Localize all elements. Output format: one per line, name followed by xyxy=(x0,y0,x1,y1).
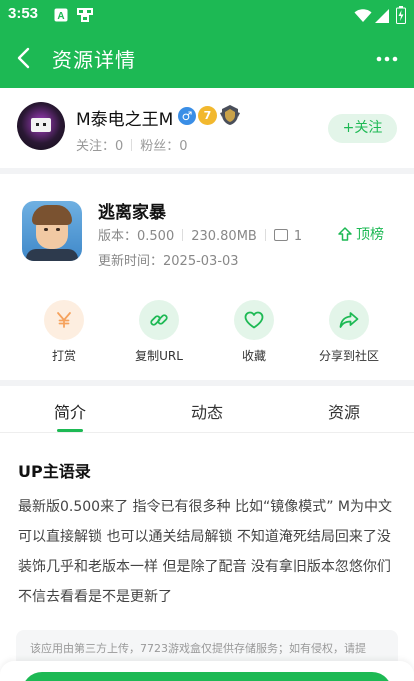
app-name: 逃离家暴 xyxy=(98,203,166,223)
copy-url-label: 复制URL xyxy=(135,349,183,363)
section-title: UP主语录 xyxy=(18,462,91,481)
uploader-avatar[interactable] xyxy=(17,102,65,150)
uploader-stats: 关注：0 粉丝：0 xyxy=(76,135,188,154)
rank-badge-icon xyxy=(219,104,241,126)
back-button[interactable] xyxy=(10,43,40,73)
share-icon xyxy=(329,300,369,340)
top-rank-button[interactable]: 顶榜 xyxy=(338,224,384,244)
favorite-button[interactable]: 收藏 xyxy=(204,296,304,364)
male-icon: ♂ xyxy=(178,107,196,125)
app-bar: 资源详情 xyxy=(0,30,414,88)
fans-count: 粉丝：0 xyxy=(140,139,188,154)
heart-icon xyxy=(234,300,274,340)
uploader-card: M泰电之王M ♂ 7 关注：0 粉丝：0 +关注 xyxy=(0,88,414,168)
status-time: 3:53 xyxy=(8,5,39,22)
back-arrow-icon xyxy=(17,47,30,69)
link-icon xyxy=(139,300,179,340)
image-icon xyxy=(273,229,288,241)
share-community-label: 分享到社区 xyxy=(318,349,379,363)
app-icon xyxy=(22,201,82,261)
yen-icon xyxy=(44,300,84,340)
top-rank-label: 顶榜 xyxy=(356,227,384,243)
level-medal-icon: 7 xyxy=(198,106,217,125)
follow-button[interactable]: +关注 xyxy=(328,114,397,143)
status-bar: 3:53 A xyxy=(0,0,414,30)
bottom-bar xyxy=(0,661,414,681)
app-meta: 版本：0.500 230.80MB 1 xyxy=(98,225,302,244)
arrow-up-icon xyxy=(338,227,352,241)
tab-activity[interactable]: 动态 xyxy=(167,399,247,423)
copy-url-button[interactable]: 复制URL xyxy=(109,296,209,364)
reward-label: 打赏 xyxy=(51,349,76,363)
wifi-icon xyxy=(354,8,372,27)
app-size: 230.80MB xyxy=(191,229,257,244)
action-row: 打赏 复制URL 收藏 分享到社区 xyxy=(0,296,414,374)
download-button[interactable] xyxy=(22,672,392,681)
description-text: 最新版0.500来了 指令已有很多种 比如“镜像模式” M为中文 可以直接解锁 … xyxy=(18,499,393,605)
tab-indicator xyxy=(57,429,83,432)
signal-icon xyxy=(374,8,390,27)
battery-icon xyxy=(396,6,406,28)
share-community-button[interactable]: 分享到社区 xyxy=(299,296,399,364)
page-title: 资源详情 xyxy=(52,48,136,72)
follow-count: 关注：0 xyxy=(76,139,124,154)
uploader-name[interactable]: M泰电之王M xyxy=(76,105,173,130)
svg-text:A: A xyxy=(57,11,64,22)
favorite-label: 收藏 xyxy=(241,349,266,363)
image-count: 1 xyxy=(293,229,303,244)
notification-app-icon xyxy=(76,7,94,27)
update-time: 更新时间：2025-03-03 xyxy=(98,254,239,269)
app-version: 版本：0.500 xyxy=(98,229,175,244)
app-info-card: 逃离家暴 版本：0.500 230.80MB 1 更新时间：2025-03-03 顶… xyxy=(0,174,414,282)
notification-a-icon: A xyxy=(54,7,68,26)
tab-bar: 简介 动态 资源 xyxy=(0,385,414,433)
more-dots-icon xyxy=(376,56,398,62)
tab-resources[interactable]: 资源 xyxy=(304,399,384,423)
tab-intro[interactable]: 简介 xyxy=(30,399,110,423)
more-button[interactable] xyxy=(372,44,402,74)
reward-button[interactable]: 打赏 xyxy=(14,296,114,364)
